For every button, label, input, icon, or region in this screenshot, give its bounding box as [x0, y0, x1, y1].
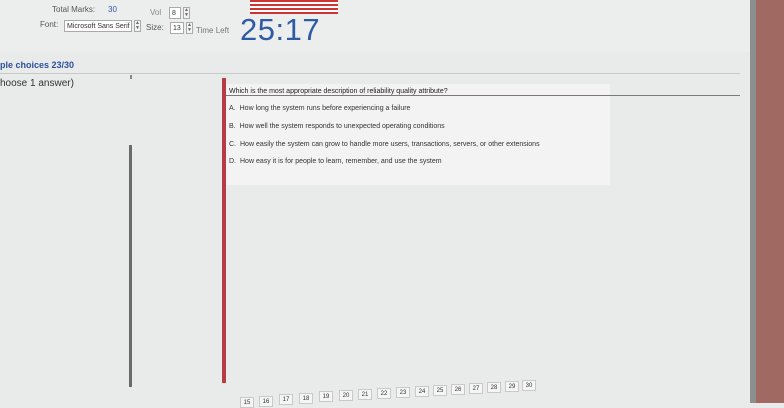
option-d-text: How easy it is for people to learn, reme…: [240, 158, 442, 165]
page-button-20[interactable]: 20: [339, 390, 353, 401]
page-button-19[interactable]: 19: [319, 391, 333, 402]
question-panel: [226, 84, 610, 185]
size-input[interactable]: 13: [170, 22, 184, 34]
volume-label: Vol: [150, 8, 162, 17]
volume-spinner[interactable]: ▲ ▼: [183, 7, 190, 19]
size-spinner[interactable]: ▲ ▼: [186, 22, 193, 34]
option-c-text: How easily the system can grow to handle…: [240, 141, 540, 148]
total-marks-label: Total Marks:: [52, 5, 96, 14]
page-button-21[interactable]: 21: [358, 389, 372, 400]
background-edge: [756, 0, 784, 403]
page-button-29[interactable]: 29: [505, 381, 519, 392]
font-label: Font:: [40, 20, 59, 29]
option-b[interactable]: B. How well the system responds to unexpe…: [229, 123, 445, 130]
option-c-key: C.: [229, 141, 236, 148]
section-divider: [0, 73, 740, 74]
page-button-25[interactable]: 25: [433, 385, 447, 396]
question-pager: 15 16 17 18 19 20 21 22 23 24 25 26 27 2…: [238, 378, 538, 408]
option-c[interactable]: C. How easily the system can grow to hand…: [229, 141, 540, 148]
option-d[interactable]: D. How easy it is for people to learn, re…: [229, 158, 442, 165]
option-d-key: D.: [229, 158, 236, 165]
page-button-23[interactable]: 23: [396, 387, 410, 398]
answer-instruction: hoose 1 answer): [0, 78, 74, 89]
splitter-handle-top[interactable]: [130, 75, 132, 79]
time-left-label: Time Left: [196, 26, 230, 35]
font-select[interactable]: Microsoft Sans Serif: [64, 20, 132, 32]
option-a[interactable]: A. How long the system runs before experi…: [229, 105, 410, 112]
page-button-27[interactable]: 27: [469, 383, 483, 394]
size-label: Size:: [146, 23, 164, 32]
option-a-text: How long the system runs before experien…: [239, 105, 411, 112]
page-button-16[interactable]: 16: [259, 396, 273, 407]
page-button-24[interactable]: 24: [415, 386, 429, 397]
total-marks-value: 30: [108, 5, 117, 14]
page-button-30[interactable]: 30: [522, 380, 536, 391]
option-b-key: B.: [229, 123, 236, 130]
font-spinner[interactable]: ▲ ▼: [134, 20, 141, 32]
page-button-26[interactable]: 26: [451, 384, 465, 395]
page-button-22[interactable]: 22: [377, 388, 391, 399]
time-left-timer: 25:17: [240, 12, 321, 47]
left-scrollbar[interactable]: [129, 145, 132, 387]
page-button-18[interactable]: 18: [299, 393, 313, 404]
option-b-text: How well the system responds to unexpect…: [239, 123, 445, 130]
option-a-key: A.: [229, 105, 236, 112]
page-button-28[interactable]: 28: [487, 382, 501, 393]
question-text: Which is the most appropriate descriptio…: [229, 88, 448, 95]
question-underline: [226, 95, 740, 96]
volume-input[interactable]: 8: [169, 7, 181, 19]
section-progress: ple choices 23/30: [0, 60, 75, 70]
page-button-17[interactable]: 17: [279, 394, 293, 405]
